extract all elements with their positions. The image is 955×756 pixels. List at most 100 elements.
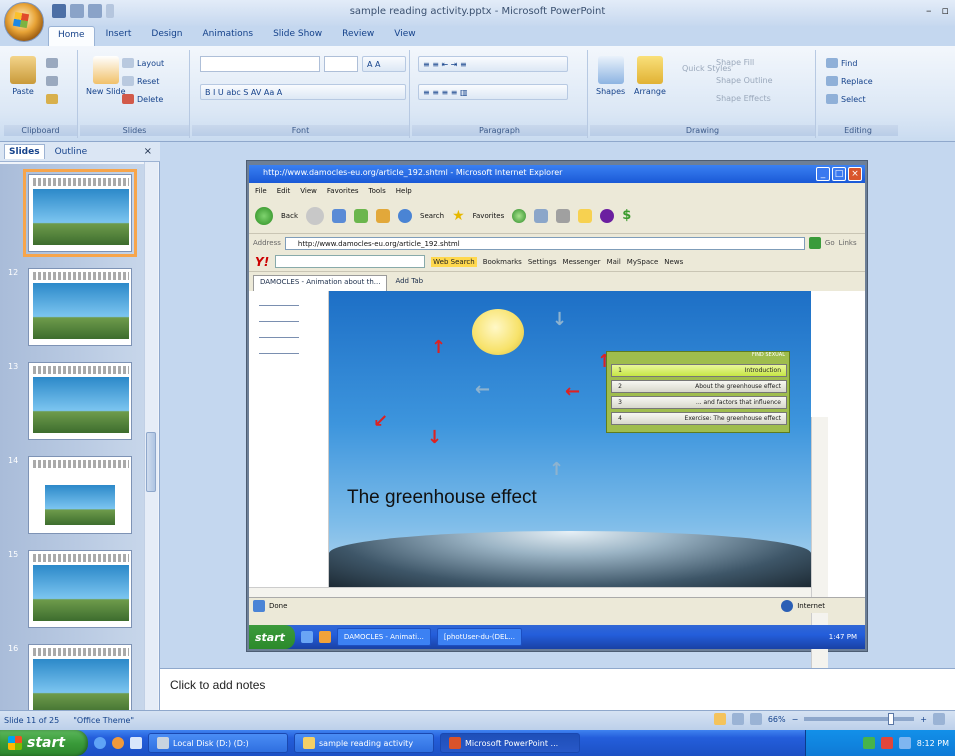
dollar-icon[interactable]: $ xyxy=(622,208,631,223)
taskbar-item-local-disk[interactable]: Local Disk (D:) (D:) xyxy=(148,733,288,753)
list-buttons[interactable]: ≡ ≡ ⇤ ⇥ ≡ xyxy=(418,56,568,72)
tab-view[interactable]: View xyxy=(385,26,424,46)
taskbar-item-powerpoint[interactable]: Microsoft PowerPoint ... xyxy=(440,733,580,753)
search-icon[interactable] xyxy=(398,208,412,223)
shapes-button[interactable]: Shapes xyxy=(596,56,625,96)
bookmarks-button[interactable]: Bookmarks xyxy=(483,258,522,266)
folder-icon[interactable] xyxy=(578,208,593,223)
yahoo-logo[interactable]: Y! xyxy=(255,255,269,269)
tab-animations[interactable]: Animations xyxy=(193,26,262,46)
zoom-level[interactable]: 66% xyxy=(768,715,786,724)
home-icon[interactable] xyxy=(376,208,390,223)
pane-scroll-thumb[interactable] xyxy=(146,432,156,492)
ie-quicklaunch-icon[interactable] xyxy=(94,737,106,749)
slide-thumbnail[interactable] xyxy=(28,268,132,346)
minimize-button[interactable]: – xyxy=(926,4,932,17)
links-label[interactable]: Links xyxy=(839,239,857,247)
messenger-button[interactable]: Messenger xyxy=(563,258,601,266)
yahoo-messenger-icon[interactable] xyxy=(600,208,615,223)
layout-button[interactable]: Layout xyxy=(122,58,164,68)
browser-hscrollbar[interactable] xyxy=(249,587,811,597)
add-tab-button[interactable]: Add Tab xyxy=(389,275,430,291)
start-button[interactable]: start xyxy=(0,730,88,756)
shape-fill-button[interactable]: Shape Fill xyxy=(716,58,754,67)
chapter-item[interactable]: 2 About the greenhouse effect xyxy=(611,380,787,393)
favorites-icon[interactable]: ★ xyxy=(452,208,465,224)
print-icon[interactable] xyxy=(556,208,571,223)
menu-view[interactable]: View xyxy=(300,187,317,195)
mail-icon[interactable] xyxy=(534,208,549,223)
tab-home[interactable]: Home xyxy=(48,26,95,46)
media-quicklaunch-icon[interactable] xyxy=(112,737,124,749)
tray-icon[interactable] xyxy=(862,737,875,749)
tab-review[interactable]: Review xyxy=(333,26,383,46)
forward-icon[interactable] xyxy=(306,206,324,225)
align-buttons[interactable]: ≡ ≡ ≡ ≡ ▥ xyxy=(418,84,568,100)
font-name-combo[interactable] xyxy=(200,56,320,72)
slide-sorter-icon[interactable] xyxy=(731,713,744,725)
mail-button[interactable]: Mail xyxy=(607,258,621,266)
zoom-out-icon[interactable]: − xyxy=(792,715,799,724)
shape-effects-button[interactable]: Shape Effects xyxy=(716,94,771,103)
desktop-quicklaunch-icon[interactable] xyxy=(130,737,142,749)
address-input[interactable]: http://www.damocles-eu.org/article_192.s… xyxy=(284,236,805,250)
refresh-icon[interactable] xyxy=(354,208,368,223)
zoom-slider[interactable] xyxy=(804,713,915,725)
menu-edit[interactable]: Edit xyxy=(277,187,291,195)
menu-favorites[interactable]: Favorites xyxy=(327,187,359,195)
zoom-slider-knob[interactable] xyxy=(888,713,895,725)
shape-outline-button[interactable]: Shape Outline xyxy=(716,76,773,85)
chapter-item[interactable]: 3 ... and factors that influence xyxy=(611,396,787,409)
tab-slide-show[interactable]: Slide Show xyxy=(264,26,331,46)
restore-button[interactable]: ▫ xyxy=(942,4,949,17)
browser-tab[interactable]: DAMOCLES - Animation about th... xyxy=(253,275,388,291)
news-button[interactable]: News xyxy=(664,258,683,266)
tray-icon[interactable] xyxy=(898,737,911,749)
chapter-item[interactable]: 4 Exercise: The greenhouse effect xyxy=(611,412,787,425)
replace-button[interactable]: Replace xyxy=(826,76,873,86)
select-button[interactable]: Select xyxy=(826,94,866,104)
yahoo-search-input[interactable] xyxy=(275,255,426,268)
close-pane-icon[interactable]: × xyxy=(144,146,152,157)
delete-button[interactable]: Delete xyxy=(122,94,163,104)
notes-pane[interactable]: Click to add notes xyxy=(160,668,955,710)
normal-view-icon[interactable] xyxy=(713,713,726,725)
menu-file[interactable]: File xyxy=(255,187,267,195)
tab-insert[interactable]: Insert xyxy=(97,26,141,46)
slide-show-icon[interactable] xyxy=(749,713,762,725)
go-label[interactable]: Go xyxy=(825,239,835,247)
cut-button[interactable] xyxy=(46,58,58,68)
browser-minimize-button[interactable]: _ xyxy=(816,167,830,181)
tab-slides[interactable]: Slides xyxy=(4,144,45,159)
tray-icon[interactable] xyxy=(880,737,893,749)
copy-button[interactable] xyxy=(46,76,58,86)
reset-button[interactable]: Reset xyxy=(122,76,159,86)
slide-thumbnail[interactable] xyxy=(28,550,132,628)
chapter-item[interactable]: 1 Introduction xyxy=(611,364,787,377)
slide-thumbnail[interactable] xyxy=(23,169,137,257)
fit-to-window-icon[interactable] xyxy=(933,713,945,725)
history-icon[interactable] xyxy=(512,208,527,223)
taskbar-item-folder[interactable]: sample reading activity xyxy=(294,733,434,753)
zoom-in-icon[interactable]: + xyxy=(920,715,927,724)
font-grow-shrink[interactable]: A A xyxy=(362,56,406,72)
slide-thumbnail[interactable] xyxy=(28,456,132,534)
new-slide-button[interactable]: New Slide xyxy=(86,56,126,96)
go-icon[interactable] xyxy=(808,237,821,249)
tab-design[interactable]: Design xyxy=(142,26,191,46)
menu-help[interactable]: Help xyxy=(396,187,412,195)
font-size-combo[interactable] xyxy=(324,56,358,72)
web-search-button[interactable]: Web Search xyxy=(431,256,477,267)
myspace-button[interactable]: MySpace xyxy=(627,258,659,266)
browser-screenshot[interactable]: http://www.damocles-eu.org/article_192.s… xyxy=(249,165,865,713)
browser-maximize-button[interactable]: □ xyxy=(832,167,846,181)
paste-button[interactable]: Paste xyxy=(10,56,36,96)
arrange-button[interactable]: Arrange xyxy=(634,56,666,96)
tab-outline[interactable]: Outline xyxy=(51,145,92,159)
back-icon[interactable] xyxy=(255,206,273,225)
browser-close-button[interactable]: × xyxy=(848,167,862,181)
greenhouse-animation[interactable]: ↑ ↓ ↑ ← ↙ ↓ ↑ ← The greenhouse effect FI… xyxy=(329,291,811,587)
font-format-buttons[interactable]: B I U abc S AV Aa A xyxy=(200,84,406,100)
slide-thumbnail[interactable] xyxy=(28,362,132,440)
settings-button[interactable]: Settings xyxy=(528,258,557,266)
